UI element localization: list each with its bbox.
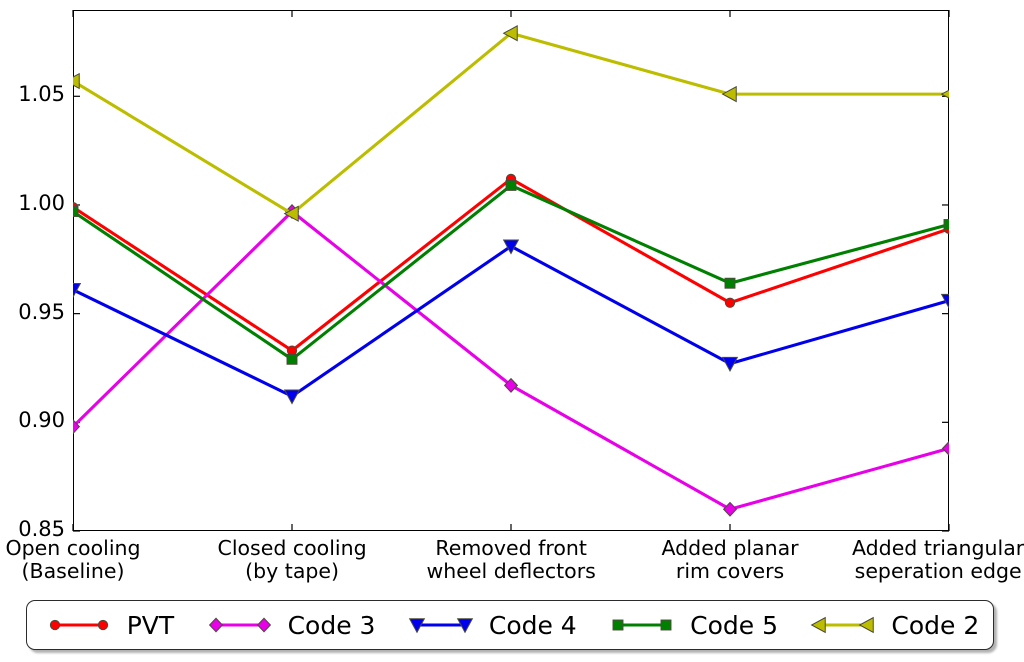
legend-triangle-left-icon [805, 612, 881, 638]
x-axis-tick-label-line: wheel deflectors [426, 558, 596, 583]
legend-entry: Code 2 [805, 611, 979, 640]
legend-label: Code 4 [488, 610, 577, 640]
x-axis-tick-label-line: Added triangular [852, 536, 1024, 560]
legend-label: Code 2 [891, 610, 980, 640]
legend-entry: Code 4 [403, 611, 577, 640]
x-axis-tick-label-line: Added planar [661, 536, 799, 560]
y-axis-tick-label: 0.95 [18, 299, 65, 324]
legend-triangle-down-icon [403, 612, 479, 638]
x-axis-tick-label: Closed cooling (by tape) [218, 537, 367, 583]
chart-legend: PVT Code 3 Code 4 Code 5 Code 2 [26, 600, 994, 650]
legend-label: PVT [126, 610, 175, 640]
legend-entry: PVT [41, 611, 174, 640]
x-axis-tick-label: Added triangular seperation edge [852, 537, 1024, 583]
legend-entry: Code 5 [604, 611, 778, 640]
legend-label: Code 3 [287, 610, 376, 640]
x-axis-tick-label-line: (Baseline) [21, 558, 125, 583]
legend-entry: Code 3 [202, 610, 376, 640]
x-axis-tick-label-line: Closed cooling [217, 536, 367, 560]
x-axis-tick-label-line: (by tape) [245, 558, 340, 583]
x-axis-tick-label-line: Removed front [435, 536, 587, 560]
x-axis-tick-label: Open cooling (Baseline) [6, 537, 141, 583]
axis-ticks [72, 10, 950, 532]
x-axis-tick-label: Added planar rim covers [662, 537, 799, 583]
chart-figure: 0.85 0.90 0.95 1.00 1.05 Open cooling (Baseli… [0, 0, 1024, 662]
legend-circle-icon [41, 612, 117, 638]
x-axis-tick-label-line: Open cooling [5, 536, 141, 560]
y-axis-tick-label: 1.05 [18, 82, 65, 107]
legend-label: Code 5 [690, 610, 778, 640]
legend-diamond-icon [202, 612, 278, 638]
series-pvt [73, 173, 949, 356]
data-series-layer [73, 25, 949, 517]
y-axis-tick-label: 0.90 [18, 408, 65, 433]
x-axis-tick-label-line: seperation edge [854, 558, 1022, 583]
y-axis-tick-label: 1.00 [18, 190, 65, 215]
x-axis-tick-label: Removed front wheel deflectors [427, 537, 596, 583]
legend-square-icon [604, 612, 680, 638]
series-code-2 [73, 25, 949, 222]
x-axis-tick-label-line: rim covers [675, 558, 785, 583]
